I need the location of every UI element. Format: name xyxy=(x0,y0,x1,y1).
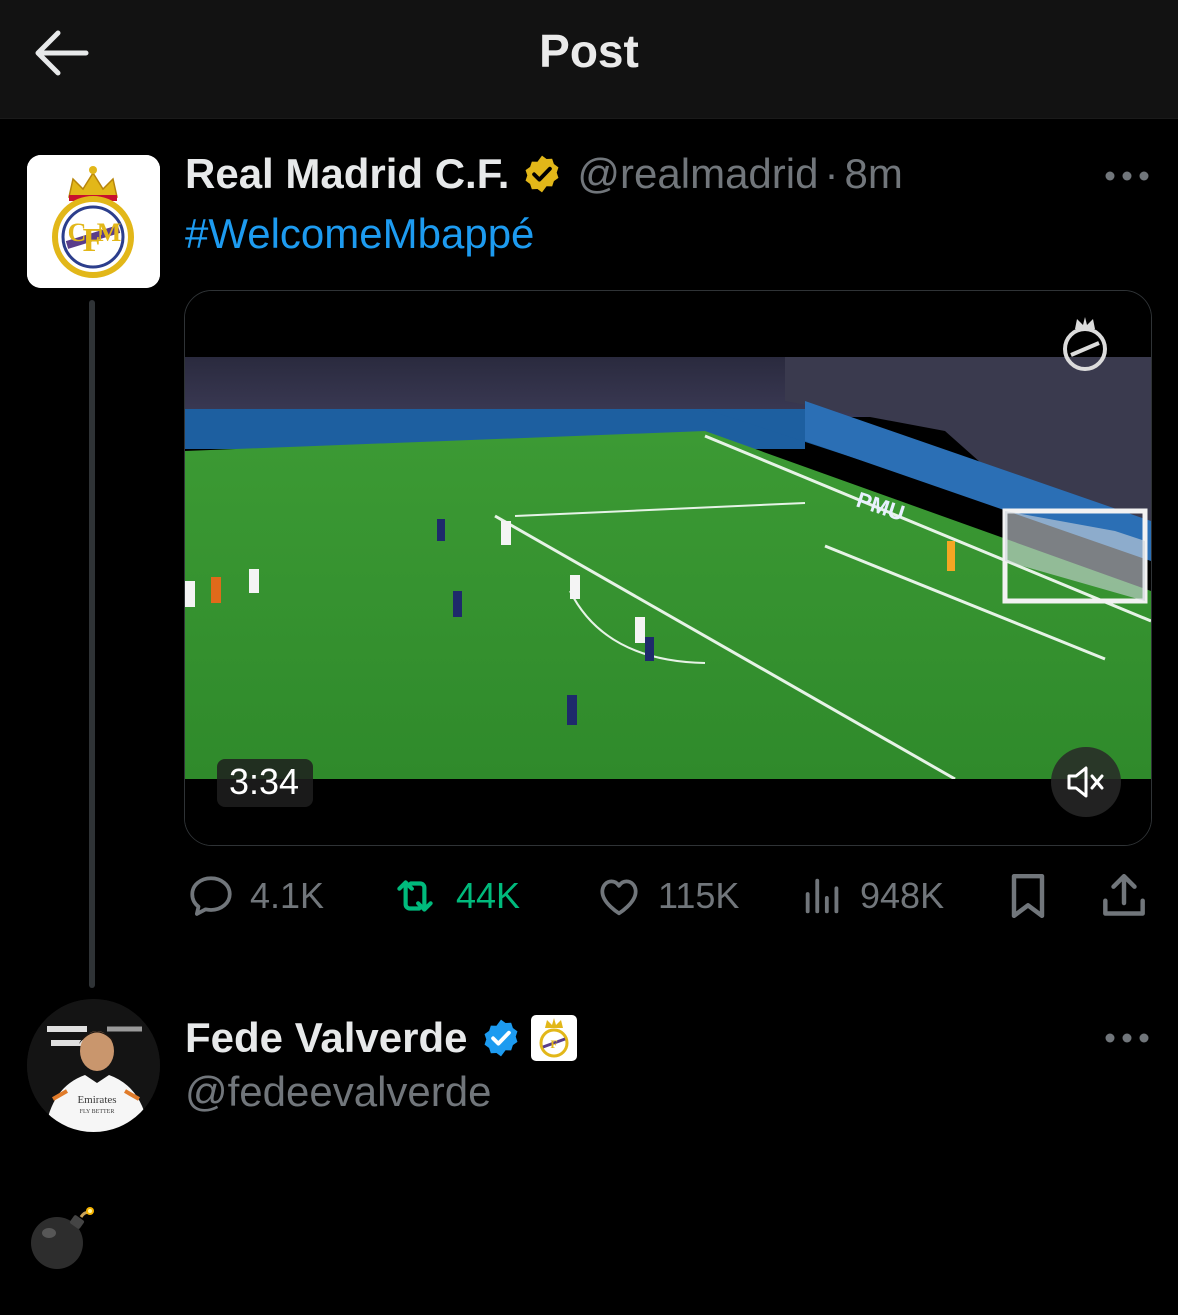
separator-dot: · xyxy=(824,150,839,197)
thread-connector xyxy=(89,300,95,988)
reply-author-name[interactable]: Fede Valverde xyxy=(185,1014,468,1062)
more-horizontal-icon xyxy=(1105,171,1149,181)
more-options-button[interactable] xyxy=(1104,166,1150,186)
top-bar: Post xyxy=(0,0,1178,119)
mute-toggle-button[interactable] xyxy=(1051,747,1121,817)
speaker-muted-icon xyxy=(1067,766,1104,798)
video-player[interactable]: PMU 3:34 xyxy=(184,290,1152,846)
share-button[interactable] xyxy=(1096,868,1152,924)
views-button[interactable]: 948K xyxy=(800,866,944,926)
svg-text:M: M xyxy=(97,218,122,247)
reply-count: 4.1K xyxy=(250,875,325,916)
bookmark-button[interactable] xyxy=(1000,868,1056,924)
post-time[interactable]: 8m xyxy=(844,150,902,198)
hashtag-link[interactable]: #WelcomeMbappé xyxy=(185,210,534,258)
svg-text:F: F xyxy=(550,1037,557,1051)
real-madrid-crest-icon: F C M xyxy=(27,155,160,288)
blue-verified-badge-icon[interactable] xyxy=(480,1017,522,1059)
player-photo: Emirates FLY BETTER xyxy=(27,999,160,1132)
post-header: Real Madrid C.F. @realmadrid · 8m xyxy=(185,150,903,198)
like-count: 115K xyxy=(658,875,740,916)
like-button[interactable]: 115K xyxy=(594,866,739,926)
comment-icon xyxy=(190,876,232,916)
bar-chart-icon xyxy=(805,878,839,914)
more-options-button[interactable] xyxy=(1104,1028,1150,1048)
avatar[interactable]: Emirates FLY BETTER xyxy=(27,999,160,1132)
svg-text:C: C xyxy=(68,218,87,247)
author-name[interactable]: Real Madrid C.F. xyxy=(185,150,509,198)
bookmark-icon xyxy=(1011,873,1045,919)
share-icon xyxy=(1103,873,1145,916)
reply-button[interactable]: 4.1K xyxy=(186,866,324,926)
views-count: 948K xyxy=(860,875,945,916)
svg-text:FLY BETTER: FLY BETTER xyxy=(80,1109,115,1115)
affiliate-badge-icon[interactable]: F xyxy=(530,1014,578,1062)
repost-button[interactable]: 44K xyxy=(388,866,520,926)
avatar[interactable]: F C M xyxy=(27,155,160,288)
video-frame: PMU xyxy=(185,291,1151,845)
bomb-icon xyxy=(31,1207,94,1269)
author-handle[interactable]: @realmadrid xyxy=(577,150,818,198)
reply-body: 💣 xyxy=(27,1205,97,1276)
video-duration: 3:34 xyxy=(217,759,314,807)
gold-verified-badge-icon[interactable] xyxy=(521,153,563,195)
repost-count: 44K xyxy=(456,875,521,916)
page-title: Post xyxy=(539,25,639,77)
more-horizontal-icon xyxy=(1105,1033,1149,1043)
reply-author-handle[interactable]: @fedeevalverde xyxy=(185,1068,492,1116)
heart-icon xyxy=(600,879,638,916)
svg-text:Emirates: Emirates xyxy=(77,1094,116,1106)
repost-icon xyxy=(397,880,433,912)
reply-header: Fede Valverde F xyxy=(185,1014,578,1062)
